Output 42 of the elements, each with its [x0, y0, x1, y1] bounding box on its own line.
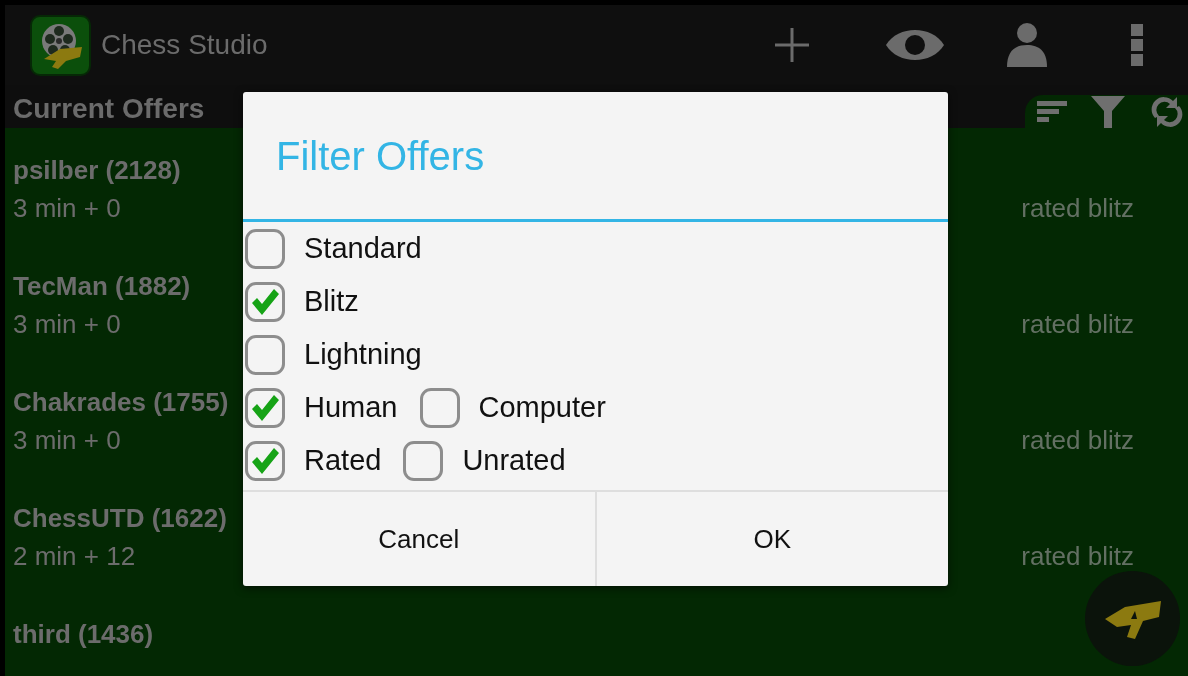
- checkbox[interactable]: [245, 387, 285, 428]
- app-title: Chess Studio: [101, 31, 268, 59]
- refresh-icon[interactable]: [1149, 95, 1185, 128]
- check-icon: [250, 287, 280, 316]
- player-name: TecMan (1882): [13, 270, 191, 303]
- sort-icon[interactable]: [1037, 100, 1067, 123]
- section-title: Current Offers: [13, 95, 205, 123]
- app-logo: [30, 14, 91, 76]
- time-control: 2 min + 12: [13, 538, 136, 574]
- plus-icon[interactable]: [775, 28, 809, 62]
- game-type: rated blitz: [1021, 192, 1134, 225]
- checkbox-label[interactable]: Standard: [304, 234, 422, 263]
- checkbox-label[interactable]: Lightning: [304, 340, 422, 369]
- time-control: 3 min + 0: [13, 422, 121, 458]
- checkbox[interactable]: [245, 281, 285, 322]
- checkbox[interactable]: [419, 387, 460, 428]
- checkbox[interactable]: [403, 440, 444, 481]
- player-name: ChessUTD (1622): [13, 502, 227, 535]
- time-control: 3 min + 0: [13, 306, 121, 342]
- check-icon: [250, 393, 280, 422]
- game-type: rated blitz: [1021, 308, 1134, 341]
- checkbox-label[interactable]: Human: [304, 393, 398, 422]
- player-name: third (1436): [13, 618, 154, 651]
- eye-icon[interactable]: [886, 27, 944, 63]
- time-control: 3 min + 0: [13, 190, 121, 226]
- more-icon[interactable]: [1131, 24, 1143, 66]
- dialog-button[interactable]: Cancel: [243, 492, 595, 586]
- check-icon: [250, 446, 280, 475]
- checkbox[interactable]: [245, 334, 285, 375]
- checkbox[interactable]: [245, 228, 285, 269]
- dialog-button[interactable]: OK: [594, 492, 948, 586]
- person-icon[interactable]: [1007, 23, 1047, 67]
- player-name: psilber (2128): [13, 154, 181, 187]
- checkbox[interactable]: [245, 440, 285, 481]
- checkbox-label[interactable]: Unrated: [462, 446, 566, 475]
- dialog-title: Filter Offers: [276, 135, 485, 176]
- checkbox-label[interactable]: Blitz: [304, 287, 359, 316]
- player-name: Chakrades (1755): [13, 386, 229, 419]
- game-type: rated blitz: [1021, 540, 1134, 573]
- checkbox-label[interactable]: Rated: [304, 446, 382, 475]
- checkbox-label[interactable]: Computer: [478, 393, 606, 422]
- game-type: rated blitz: [1021, 424, 1134, 457]
